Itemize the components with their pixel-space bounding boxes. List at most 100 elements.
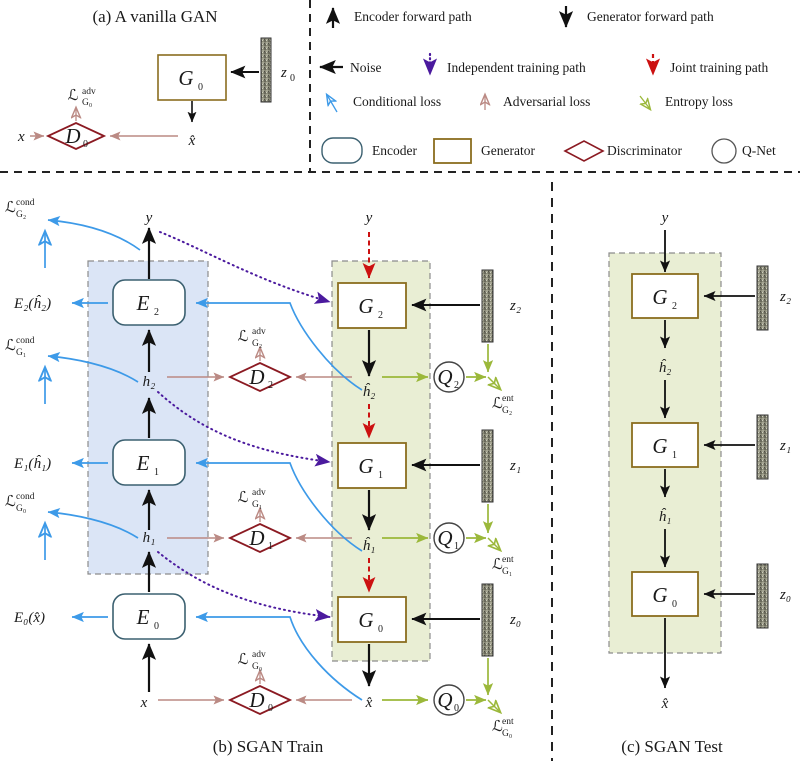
adv-loss-sub-1: G₁ bbox=[252, 500, 262, 510]
encoder-sub-e0: 0 bbox=[154, 621, 159, 632]
discriminator-sub-d1: 1 bbox=[268, 541, 273, 552]
generator-signal-h1hat: ĥ₁ bbox=[363, 537, 376, 554]
panel-b: E 2 E 1 E 0 y h₂ h₁ x E₂(ĥ₂) E₁(ĥ₁) E₀… bbox=[5, 198, 521, 756]
discriminator-label-d0: D bbox=[248, 688, 264, 712]
panel-a: (a) A vanilla GAN G 0 z 0 x̂ D 0 x ℒ adv… bbox=[17, 7, 295, 150]
panel-a-generator-sub: 0 bbox=[198, 82, 203, 93]
noise-label-z0: z₀ bbox=[509, 612, 521, 628]
test-noise-label-z2: z₂ bbox=[779, 289, 791, 305]
ent-loss-sub-1: G₁ bbox=[502, 567, 512, 577]
panel-a-adv-loss-sup: adv bbox=[82, 87, 96, 97]
encoder-label-e0: E bbox=[136, 605, 150, 629]
cond-loss-sub-2: G₂ bbox=[16, 210, 26, 220]
test-signal-h1hat: ĥ₁ bbox=[659, 508, 672, 525]
discriminator-label-d1: D bbox=[248, 526, 264, 550]
legend-label-1-0: Noise bbox=[350, 60, 382, 75]
cond-loss-symbol-1: ℒ bbox=[5, 338, 16, 354]
encoder-output-label-e2: E₂(ĥ₂) bbox=[13, 295, 51, 312]
panel-a-x-label: x bbox=[17, 129, 25, 145]
panel-c: y G 2 G 1 G 0 ĥ₂ ĥ₁ x̂ z₂ z₁ z₀ (c) SG… bbox=[608, 210, 791, 756]
ent-loss-sub-0: G₀ bbox=[502, 729, 512, 739]
cond-loss-sup-2: cond bbox=[16, 198, 35, 208]
arrow-open-blue-icon bbox=[327, 95, 337, 113]
generator-sub-g0: 0 bbox=[378, 624, 383, 635]
test-noise-bar-z2 bbox=[756, 265, 769, 331]
cond-loss-sub-1: G₁ bbox=[16, 348, 26, 358]
generator-signal-xhat: x̂ bbox=[365, 695, 373, 711]
panel-a-adv-loss-sub: G₀ bbox=[82, 98, 92, 108]
test-generator-sub-g0: 0 bbox=[672, 599, 677, 610]
encoder-signal-h2: h₂ bbox=[143, 374, 156, 390]
qnet-sub-q1: 1 bbox=[454, 541, 459, 552]
encoder-signal-h1: h₁ bbox=[143, 530, 156, 546]
arrow-open-green-icon bbox=[640, 95, 650, 109]
cond-loss-sup-0: cond bbox=[16, 492, 35, 502]
panel-a-discriminator-label: D bbox=[64, 124, 80, 148]
adv-loss-symbol-2: ℒ bbox=[238, 329, 249, 345]
noise-label-z1: z₁ bbox=[509, 458, 521, 474]
test-signal-h2hat: ĥ₂ bbox=[659, 359, 672, 376]
generator-sub-g1: 1 bbox=[378, 470, 383, 481]
adv-loss-sup-2: adv bbox=[252, 327, 266, 337]
panel-a-generator-label: G bbox=[178, 66, 193, 90]
noise-bar-z2 bbox=[481, 269, 494, 343]
adv-loss-symbol-1: ℒ bbox=[238, 490, 249, 506]
panel-a-adv-loss-symbol: ℒ bbox=[68, 88, 79, 104]
legend-label-3-0: Encoder bbox=[372, 143, 417, 158]
test-noise-label-z1: z₁ bbox=[779, 438, 791, 454]
legend-label-1-1: Independent training path bbox=[447, 60, 586, 75]
diamond-darkred-icon bbox=[563, 140, 605, 162]
test-input-y: y bbox=[660, 210, 669, 226]
figure-svg: (a) A vanilla GAN G 0 z 0 x̂ D 0 x ℒ adv… bbox=[0, 0, 800, 761]
encoder-label-e1: E bbox=[136, 451, 150, 475]
test-noise-label-z0: z₀ bbox=[779, 587, 791, 603]
circle-gray-icon bbox=[711, 138, 737, 164]
legend-label-2-0: Conditional loss bbox=[353, 94, 441, 109]
ent-loss-sup-0: ent bbox=[502, 717, 514, 727]
cond-loss-sup-1: cond bbox=[16, 336, 35, 346]
discriminator-sub-d2: 2 bbox=[268, 380, 273, 391]
qnet-label-q1: Q bbox=[437, 526, 452, 550]
noise-bar-z0 bbox=[481, 583, 494, 657]
test-generator-label-g1: G bbox=[652, 434, 667, 458]
qnet-label-q2: Q bbox=[437, 365, 452, 389]
legend-label-3-3: Q-Net bbox=[742, 143, 776, 158]
legend-label-0-0: Encoder forward path bbox=[354, 9, 472, 24]
generator-signal-h2hat: ĥ₂ bbox=[363, 383, 376, 400]
cond-loss-symbol-2: ℒ bbox=[5, 200, 16, 216]
noise-bar-z1 bbox=[481, 429, 494, 503]
legend-label-3-1: Generator bbox=[481, 143, 535, 158]
encoder-sub-e1: 1 bbox=[154, 467, 159, 478]
legend-label-0-1: Generator forward path bbox=[587, 9, 714, 24]
panel-b-caption: (b) SGAN Train bbox=[213, 737, 324, 756]
legend-label-3-2: Discriminator bbox=[607, 143, 682, 158]
cond-loss-sub-0: G₀ bbox=[16, 504, 26, 514]
adv-loss-symbol-0: ℒ bbox=[238, 652, 249, 668]
legend-label-1-2: Joint training path bbox=[670, 60, 768, 75]
panel-a-noise-sub: 0 bbox=[290, 73, 295, 84]
panel-a-noise-label: z bbox=[280, 65, 287, 81]
encoder-sub-e2: 2 bbox=[154, 307, 159, 318]
panel-a-discriminator-sub: 0 bbox=[83, 139, 88, 150]
legend-label-2-2: Entropy loss bbox=[665, 94, 733, 109]
encoder-output-y: y bbox=[144, 210, 153, 226]
discriminator-sub-d0: 0 bbox=[268, 703, 273, 714]
panel-a-xhat-label: x̂ bbox=[188, 133, 196, 149]
qnet-label-q0: Q bbox=[437, 688, 452, 712]
test-noise-bar-z0 bbox=[756, 563, 769, 629]
ent-loss-arrow-2 bbox=[488, 377, 500, 389]
adv-loss-sup-1: adv bbox=[252, 488, 266, 498]
ent-loss-sup-1: ent bbox=[502, 555, 514, 565]
generator-input-y: y bbox=[364, 210, 373, 226]
generator-label-g0: G bbox=[358, 608, 373, 632]
test-generator-sub-g1: 1 bbox=[672, 450, 677, 461]
noise-label-z2: z₂ bbox=[509, 298, 521, 314]
encoder-output-label-e0: E₀(x̂) bbox=[13, 610, 45, 626]
adv-loss-sub-2: G₂ bbox=[252, 339, 262, 349]
panel-a-caption: (a) A vanilla GAN bbox=[92, 7, 217, 26]
rect-gold-icon bbox=[433, 138, 472, 164]
qnet-sub-q0: 0 bbox=[454, 703, 459, 714]
cond-loss-curve-2 bbox=[47, 215, 141, 251]
generator-label-g1: G bbox=[358, 454, 373, 478]
figure-root: (a) A vanilla GAN G 0 z 0 x̂ D 0 x ℒ adv… bbox=[0, 0, 800, 761]
